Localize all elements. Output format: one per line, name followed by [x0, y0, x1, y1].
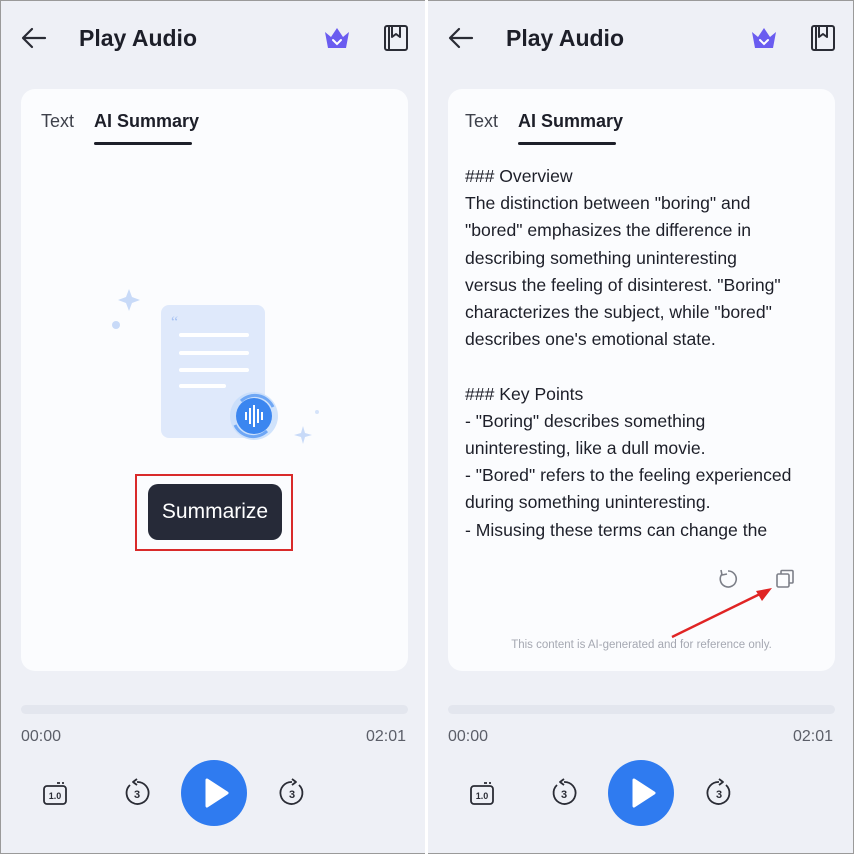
play-button[interactable]: [608, 760, 674, 826]
app-header: Play Audio: [428, 1, 852, 77]
summary-line: describing something uninteresting: [465, 247, 737, 268]
audio-progress-bar[interactable]: [21, 705, 408, 714]
current-time: 00:00: [448, 728, 489, 745]
play-icon: [632, 778, 656, 808]
summary-line: - "Boring" describes something: [465, 410, 706, 431]
summary-line: ### Overview: [465, 166, 573, 186]
annotation-arrow: [671, 588, 772, 639]
total-time: 02:01: [793, 728, 834, 745]
tab-text[interactable]: Text: [465, 111, 498, 132]
summary-line: during something uninteresting.: [465, 492, 711, 513]
playback-speed-icon[interactable]: 1.0: [468, 780, 496, 808]
rewind-3s-icon[interactable]: 3: [122, 778, 152, 808]
audio-progress-bar[interactable]: [448, 705, 835, 714]
summary-line: characterizes the subject, while "bored": [465, 302, 772, 323]
summary-line: describes one's emotional state.: [465, 329, 716, 350]
active-tab-indicator: [94, 142, 192, 145]
page-title: Play Audio: [79, 25, 197, 51]
page-title: Play Audio: [506, 25, 624, 51]
bookmark-icon[interactable]: [808, 23, 838, 53]
play-icon: [205, 778, 229, 808]
svg-text:“: “: [171, 314, 178, 331]
playback-speed-icon[interactable]: 1.0: [41, 780, 69, 808]
summary-line: versus the feeling of disinterest. "Bori…: [465, 274, 781, 295]
tab-ai-summary[interactable]: AI Summary: [94, 111, 199, 132]
summary-line: ### Key Points: [465, 383, 584, 404]
rewind-3s-icon[interactable]: 3: [549, 778, 579, 808]
crown-icon[interactable]: [323, 25, 351, 51]
document-audio-illustration: “: [112, 289, 319, 444]
speed-label: 1.0: [476, 791, 489, 801]
bookmark-icon[interactable]: [381, 23, 411, 53]
app-header: Play Audio: [1, 1, 425, 77]
tab-ai-summary[interactable]: AI Summary: [518, 111, 623, 132]
screen-after: Play Audio Text AI Summary ### Overview T…: [428, 1, 852, 853]
forward-3s-icon[interactable]: 3: [704, 778, 734, 808]
forward-seconds: 3: [289, 789, 295, 801]
screen-before: Play Audio Text AI Summary “ Summarize 0…: [1, 1, 425, 853]
summary-line: - Misusing these terms can change the: [465, 519, 768, 540]
summary-line: "bored" emphasizes the difference in: [465, 220, 752, 241]
active-tab-indicator: [518, 142, 616, 145]
summary-blank-line: [465, 353, 825, 380]
forward-3s-icon[interactable]: 3: [277, 778, 307, 808]
total-time: 02:01: [366, 728, 407, 745]
summary-line: uninteresting, like a dull movie.: [465, 438, 706, 459]
forward-seconds: 3: [716, 789, 722, 801]
back-arrow-icon[interactable]: [446, 23, 476, 53]
summary-line: The distinction between "boring" and: [465, 193, 751, 214]
play-button[interactable]: [181, 760, 247, 826]
tab-text[interactable]: Text: [41, 111, 74, 132]
speed-label: 1.0: [49, 791, 62, 801]
rewind-seconds: 3: [134, 789, 140, 801]
back-arrow-icon[interactable]: [19, 23, 49, 53]
ai-summary-text: ### Overview The distinction between "bor…: [465, 163, 825, 544]
crown-icon[interactable]: [750, 25, 778, 51]
rewind-seconds: 3: [561, 789, 567, 801]
summary-line: - "Bored" refers to the feeling experien…: [465, 465, 792, 486]
current-time: 00:00: [21, 728, 62, 745]
summarize-button[interactable]: Summarize: [148, 484, 282, 540]
